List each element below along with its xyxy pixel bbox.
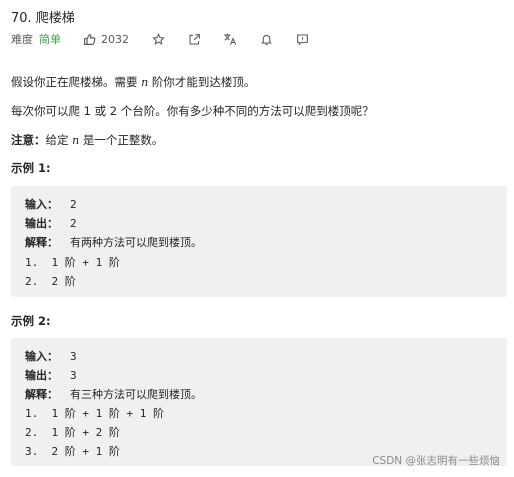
- note-text: 是一个正整数。: [79, 133, 164, 147]
- share-button[interactable]: [187, 32, 201, 46]
- example-step: 1. 1 阶 + 1 阶: [25, 256, 120, 269]
- example-2-heading: 示例 2:: [11, 314, 51, 328]
- example-step: 2. 2 阶: [25, 275, 76, 288]
- example-1-heading: 示例 1:: [11, 161, 51, 175]
- notify-button[interactable]: [259, 32, 273, 46]
- input-value: 2: [70, 198, 77, 211]
- example-step: 2. 1 阶 + 2 阶: [25, 426, 120, 439]
- output-label: 输出：: [25, 217, 58, 230]
- example-2-block: 输入： 3 输出： 3 解释： 有三种方法可以爬到楼顶。 1. 1 阶 + 1 阶 +…: [11, 338, 507, 466]
- difficulty-label: 难度: [11, 33, 33, 46]
- description-text: 假设你正在爬楼梯。需要: [11, 75, 142, 89]
- description-paragraph-1: 假设你正在爬楼梯。需要 n 阶你才能到达楼顶。: [11, 74, 255, 90]
- description-paragraph-2: 每次你可以爬 1 或 2 个台阶。你有多少种不同的方法可以爬到楼顶呢？: [11, 104, 374, 118]
- share-icon: [189, 33, 200, 44]
- feedback-button[interactable]: [295, 32, 309, 46]
- translate-icon: [224, 33, 237, 45]
- explain-label: 解释：: [25, 236, 58, 249]
- thumbs-up-icon: [84, 33, 96, 45]
- problem-title: 70. 爬楼梯: [11, 11, 75, 26]
- example-explain-line: 解释： 有三种方法可以爬到楼顶。: [25, 386, 202, 402]
- difficulty-badge: 简单: [39, 33, 61, 46]
- example-output-line: 输出： 3: [25, 367, 77, 383]
- example-input-line: 输入： 3: [25, 348, 77, 364]
- bell-icon: [260, 34, 272, 45]
- description-note: 注意：给定 n 是一个正整数。: [11, 132, 163, 148]
- star-icon: [151, 32, 165, 45]
- feedback-icon: [296, 34, 308, 46]
- explain-label: 解释：: [25, 388, 58, 401]
- watermark: CSDN @张志明有一些烦恼: [372, 455, 500, 467]
- example-input-line: 输入： 2: [25, 196, 77, 212]
- output-value: 3: [70, 369, 77, 382]
- explain-text: 有三种方法可以爬到楼顶。: [70, 388, 202, 401]
- example-explain-line: 解释： 有两种方法可以爬到楼顶。: [25, 234, 202, 250]
- input-label: 输入：: [25, 350, 58, 363]
- star-button[interactable]: [151, 32, 165, 46]
- explain-text: 有两种方法可以爬到楼顶。: [70, 236, 202, 249]
- example-step: 1. 1 阶 + 1 阶 + 1 阶: [25, 407, 164, 420]
- translate-button[interactable]: [223, 32, 237, 46]
- note-text: 给定: [45, 133, 73, 147]
- like-button[interactable]: 2032: [83, 33, 129, 46]
- note-label: 注意：: [11, 133, 46, 147]
- output-value: 2: [70, 217, 77, 230]
- example-output-line: 输出： 2: [25, 215, 77, 231]
- example-1-block: 输入： 2 输出： 2 解释： 有两种方法可以爬到楼顶。 1. 1 阶 + 1 阶 2…: [11, 186, 507, 297]
- problem-meta-bar: 难度 简单 2032: [11, 30, 331, 48]
- example-step: 3. 2 阶 + 1 阶: [25, 445, 120, 458]
- input-label: 输入：: [25, 198, 58, 211]
- description-text: 阶你才能到达楼顶。: [148, 75, 256, 89]
- like-count: 2032: [101, 32, 129, 46]
- input-value: 3: [70, 350, 77, 363]
- output-label: 输出：: [25, 369, 58, 382]
